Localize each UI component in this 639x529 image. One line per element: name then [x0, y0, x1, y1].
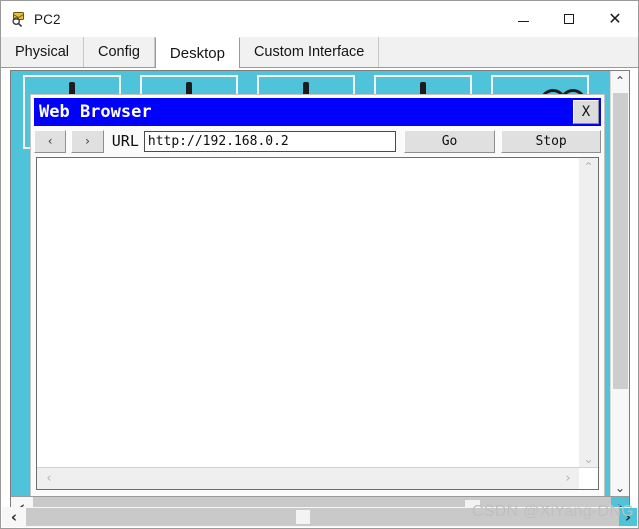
web-browser-content-frame: ⌃ ⌄ ‹ › — [36, 157, 599, 490]
title-bar-left: PC2 — [1, 10, 500, 28]
window-horizontal-scrollbar[interactable]: ‹ › — [2, 507, 637, 527]
back-button[interactable]: ‹ — [34, 129, 67, 153]
forward-button[interactable]: › — [71, 129, 104, 153]
tab-physical[interactable]: Physical — [1, 37, 84, 67]
title-bar: PC2 ✕ — [1, 1, 638, 37]
maximize-button[interactable] — [546, 2, 592, 37]
desktop-surface[interactable]: Web Browser X ‹ › URL http://192.168.0.2… — [11, 71, 612, 497]
web-browser-vertical-scrollbar[interactable]: ⌃ ⌄ — [579, 158, 598, 468]
web-browser-horizontal-scrollbar[interactable]: ‹ › — [37, 467, 598, 489]
web-browser-toolbar: ‹ › URL http://192.168.0.2 Go Stop — [34, 128, 601, 154]
scrollbar-corner — [579, 468, 598, 489]
web-page-content — [37, 158, 579, 468]
scroll-down-icon[interactable]: ⌄ — [579, 450, 598, 468]
stop-button[interactable]: Stop — [501, 129, 601, 153]
url-input[interactable]: http://192.168.0.2 — [143, 130, 396, 152]
web-browser-title: Web Browser — [39, 102, 152, 122]
window-scroll-track[interactable] — [26, 508, 619, 526]
url-label: URL — [111, 132, 139, 150]
desktop-vscroll-thumb[interactable] — [613, 93, 628, 389]
window-scroll-thumb[interactable] — [296, 510, 310, 524]
window-title: PC2 — [34, 11, 61, 27]
desktop-scroll-up-icon[interactable]: ⌃ — [611, 71, 629, 90]
close-button[interactable]: ✕ — [592, 2, 638, 37]
minimize-icon — [517, 21, 529, 22]
minimize-button[interactable] — [500, 2, 546, 37]
go-button[interactable]: Go — [403, 129, 496, 153]
scroll-up-icon[interactable]: ⌃ — [579, 158, 598, 176]
tab-desktop[interactable]: Desktop — [154, 37, 240, 68]
scroll-right-icon[interactable]: › — [558, 468, 578, 489]
tab-config[interactable]: Config — [84, 37, 155, 67]
window-scroll-right-icon[interactable]: › — [619, 508, 637, 526]
web-browser-window: Web Browser X ‹ › URL http://192.168.0.2… — [30, 94, 605, 497]
desktop-panel: Web Browser X ‹ › URL http://192.168.0.2… — [10, 70, 630, 518]
close-icon: ✕ — [608, 9, 622, 28]
desktop-vertical-scrollbar[interactable]: ⌃ ⌄ — [610, 71, 629, 497]
tab-strip: Physical Config Desktop Custom Interface — [1, 37, 638, 68]
packet-tracer-device-icon — [10, 10, 28, 28]
window-scroll-left-icon[interactable]: ‹ — [2, 508, 26, 526]
scroll-left-icon[interactable]: ‹ — [39, 468, 59, 489]
device-config-window: PC2 ✕ Physical Config Desktop Custom Int… — [0, 0, 639, 529]
web-browser-titlebar[interactable]: Web Browser X — [34, 98, 601, 126]
desktop-scroll-down-icon[interactable]: ⌄ — [611, 478, 629, 497]
web-browser-close-button[interactable]: X — [573, 100, 599, 124]
maximize-icon — [564, 14, 574, 24]
tab-custom-interface[interactable]: Custom Interface — [239, 37, 380, 67]
